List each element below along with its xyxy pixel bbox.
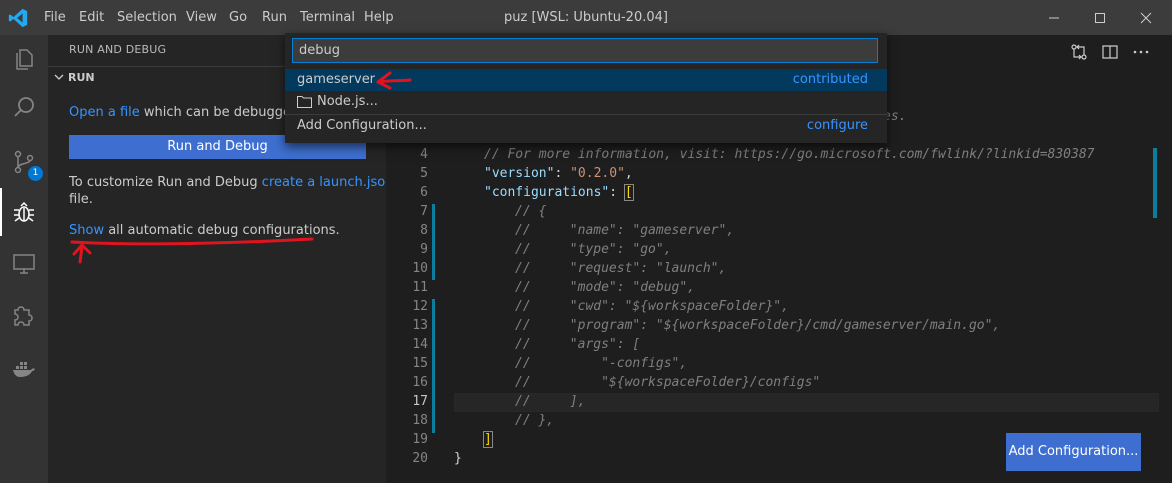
- code-line-12: // "cwd": "${workspaceFolder}",: [515, 299, 789, 314]
- remote-explorer-icon: [13, 254, 35, 274]
- line-number: 20: [412, 451, 428, 466]
- show-line: Show all automatic debug configurations.: [69, 222, 340, 239]
- compare-changes-icon[interactable]: [1070, 43, 1088, 61]
- code-line-14: // "args": [: [515, 337, 641, 352]
- code-line-8: // "name": "gameserver",: [515, 223, 735, 238]
- menu-terminal[interactable]: Terminal: [300, 10, 355, 25]
- quick-pick-item-add-configuration[interactable]: Add Configuration... configure: [285, 114, 887, 137]
- code-line-10: // "request": "launch",: [515, 261, 727, 276]
- code-line-11: // "mode": "debug",: [515, 280, 696, 295]
- activity-remote-explorer[interactable]: [0, 240, 48, 288]
- quick-pick-item-label: gameserver: [297, 72, 376, 87]
- run-section-label: RUN: [68, 71, 95, 84]
- code-line-20: }: [454, 451, 462, 466]
- extensions-icon: [14, 306, 33, 326]
- menu-go[interactable]: Go: [229, 10, 247, 25]
- code-line-19: ]: [483, 431, 493, 448]
- line-number: 18: [412, 413, 428, 428]
- line-number: 10: [412, 261, 428, 276]
- code-line-4: // For more information, visit: https://…: [484, 147, 1095, 162]
- add-configuration-button[interactable]: Add Configuration...: [1006, 433, 1141, 471]
- code-line-17: // ],: [515, 394, 586, 409]
- quick-pick-item-description: contributed: [792, 72, 868, 87]
- activity-docker[interactable]: [0, 344, 48, 392]
- menu-help[interactable]: Help: [364, 10, 394, 25]
- activity-run-debug[interactable]: [0, 188, 48, 236]
- code-line-9: // "type": "go",: [515, 242, 672, 257]
- customize-line: To customize Run and Debug create a laun…: [69, 174, 393, 191]
- activity-search[interactable]: [0, 83, 48, 131]
- title-bar: File Edit Selection View Go Run Terminal…: [0, 0, 1172, 35]
- line-number: 9: [420, 242, 428, 257]
- folder-icon: [297, 96, 312, 108]
- line-number: 13: [412, 318, 428, 333]
- open-file-line: Open a file which can be debugged o: [69, 104, 311, 121]
- configurations-key: "configurations": [484, 185, 610, 200]
- show-link[interactable]: Show: [69, 223, 104, 238]
- code-line-5: "version": "0.2.0",: [484, 166, 633, 181]
- line-number: 12: [412, 299, 428, 314]
- code-line-6: "configurations": [: [484, 184, 634, 201]
- run-debug-icon: [14, 201, 34, 222]
- debug-quick-pick: gameserver contributed Node.js... Add Co…: [285, 33, 887, 143]
- overview-ruler-marker[interactable]: [1153, 148, 1157, 218]
- explorer-icon: [16, 49, 33, 70]
- activity-bar: 1: [0, 35, 48, 483]
- line-number: 15: [412, 356, 428, 371]
- line-number: 6: [420, 185, 428, 200]
- quick-pick-item-label: Node.js...: [317, 94, 378, 109]
- sidebar-title: RUN AND DEBUG: [69, 43, 167, 56]
- code-line-13: // "program": "${workspaceFolder}/cmd/ga…: [515, 318, 1001, 333]
- maximize-icon[interactable]: [1090, 8, 1110, 28]
- line-number: 5: [420, 166, 428, 181]
- line-number: 14: [412, 337, 428, 352]
- code-line-18: // },: [515, 413, 555, 428]
- line-number: 19: [412, 432, 428, 447]
- docker-icon: [13, 362, 35, 377]
- create-launch-json-link[interactable]: create a launch.json: [262, 175, 394, 190]
- split-editor-icon[interactable]: [1101, 43, 1119, 61]
- quick-pick-input[interactable]: [293, 39, 885, 62]
- menu-file[interactable]: File: [44, 10, 66, 25]
- file-text: file.: [69, 192, 93, 207]
- chevron-down-icon: [54, 74, 64, 80]
- activity-extensions[interactable]: [0, 292, 48, 340]
- current-line-number: 17: [412, 394, 428, 409]
- search-icon: [14, 97, 34, 117]
- quick-pick-item-label: Add Configuration...: [297, 118, 427, 133]
- quick-pick-item-nodejs[interactable]: Node.js...: [285, 91, 887, 113]
- activity-explorer[interactable]: [0, 35, 48, 83]
- code-line-15: // "-configs",: [515, 356, 688, 371]
- line-number: 7: [420, 204, 428, 219]
- menu-edit[interactable]: Edit: [79, 10, 104, 25]
- line-number: 16: [412, 375, 428, 390]
- quick-pick-item-description: configure: [806, 118, 868, 133]
- show-text: all automatic debug configurations.: [104, 223, 340, 238]
- vscode-logo-icon: [8, 8, 28, 28]
- line-number: 8: [420, 223, 428, 238]
- menu-run[interactable]: Run: [262, 10, 287, 25]
- git-modified-bar[interactable]: [432, 204, 435, 280]
- git-modified-bar[interactable]: [432, 299, 435, 433]
- more-actions-icon[interactable]: [1132, 43, 1150, 61]
- code-line-7: // {: [515, 204, 547, 219]
- close-icon[interactable]: [1136, 8, 1156, 28]
- line-number: 4: [420, 147, 428, 162]
- version-key: "version": [484, 166, 555, 181]
- customize-text: To customize Run and Debug: [69, 175, 262, 190]
- activity-source-control[interactable]: 1: [0, 138, 48, 186]
- menu-view[interactable]: View: [186, 10, 217, 25]
- open-file-link[interactable]: Open a file: [69, 105, 140, 120]
- menu-selection[interactable]: Selection: [117, 10, 177, 25]
- version-value: "0.2.0": [570, 166, 625, 181]
- source-control-badge: 1: [28, 166, 43, 181]
- code-line-16: // "${workspaceFolder}/configs": [515, 375, 821, 390]
- quick-pick-item-gameserver[interactable]: gameserver contributed: [285, 69, 887, 91]
- minimize-icon[interactable]: [1044, 8, 1064, 28]
- line-number: 11: [412, 280, 428, 295]
- quick-pick-input-box: [292, 38, 885, 63]
